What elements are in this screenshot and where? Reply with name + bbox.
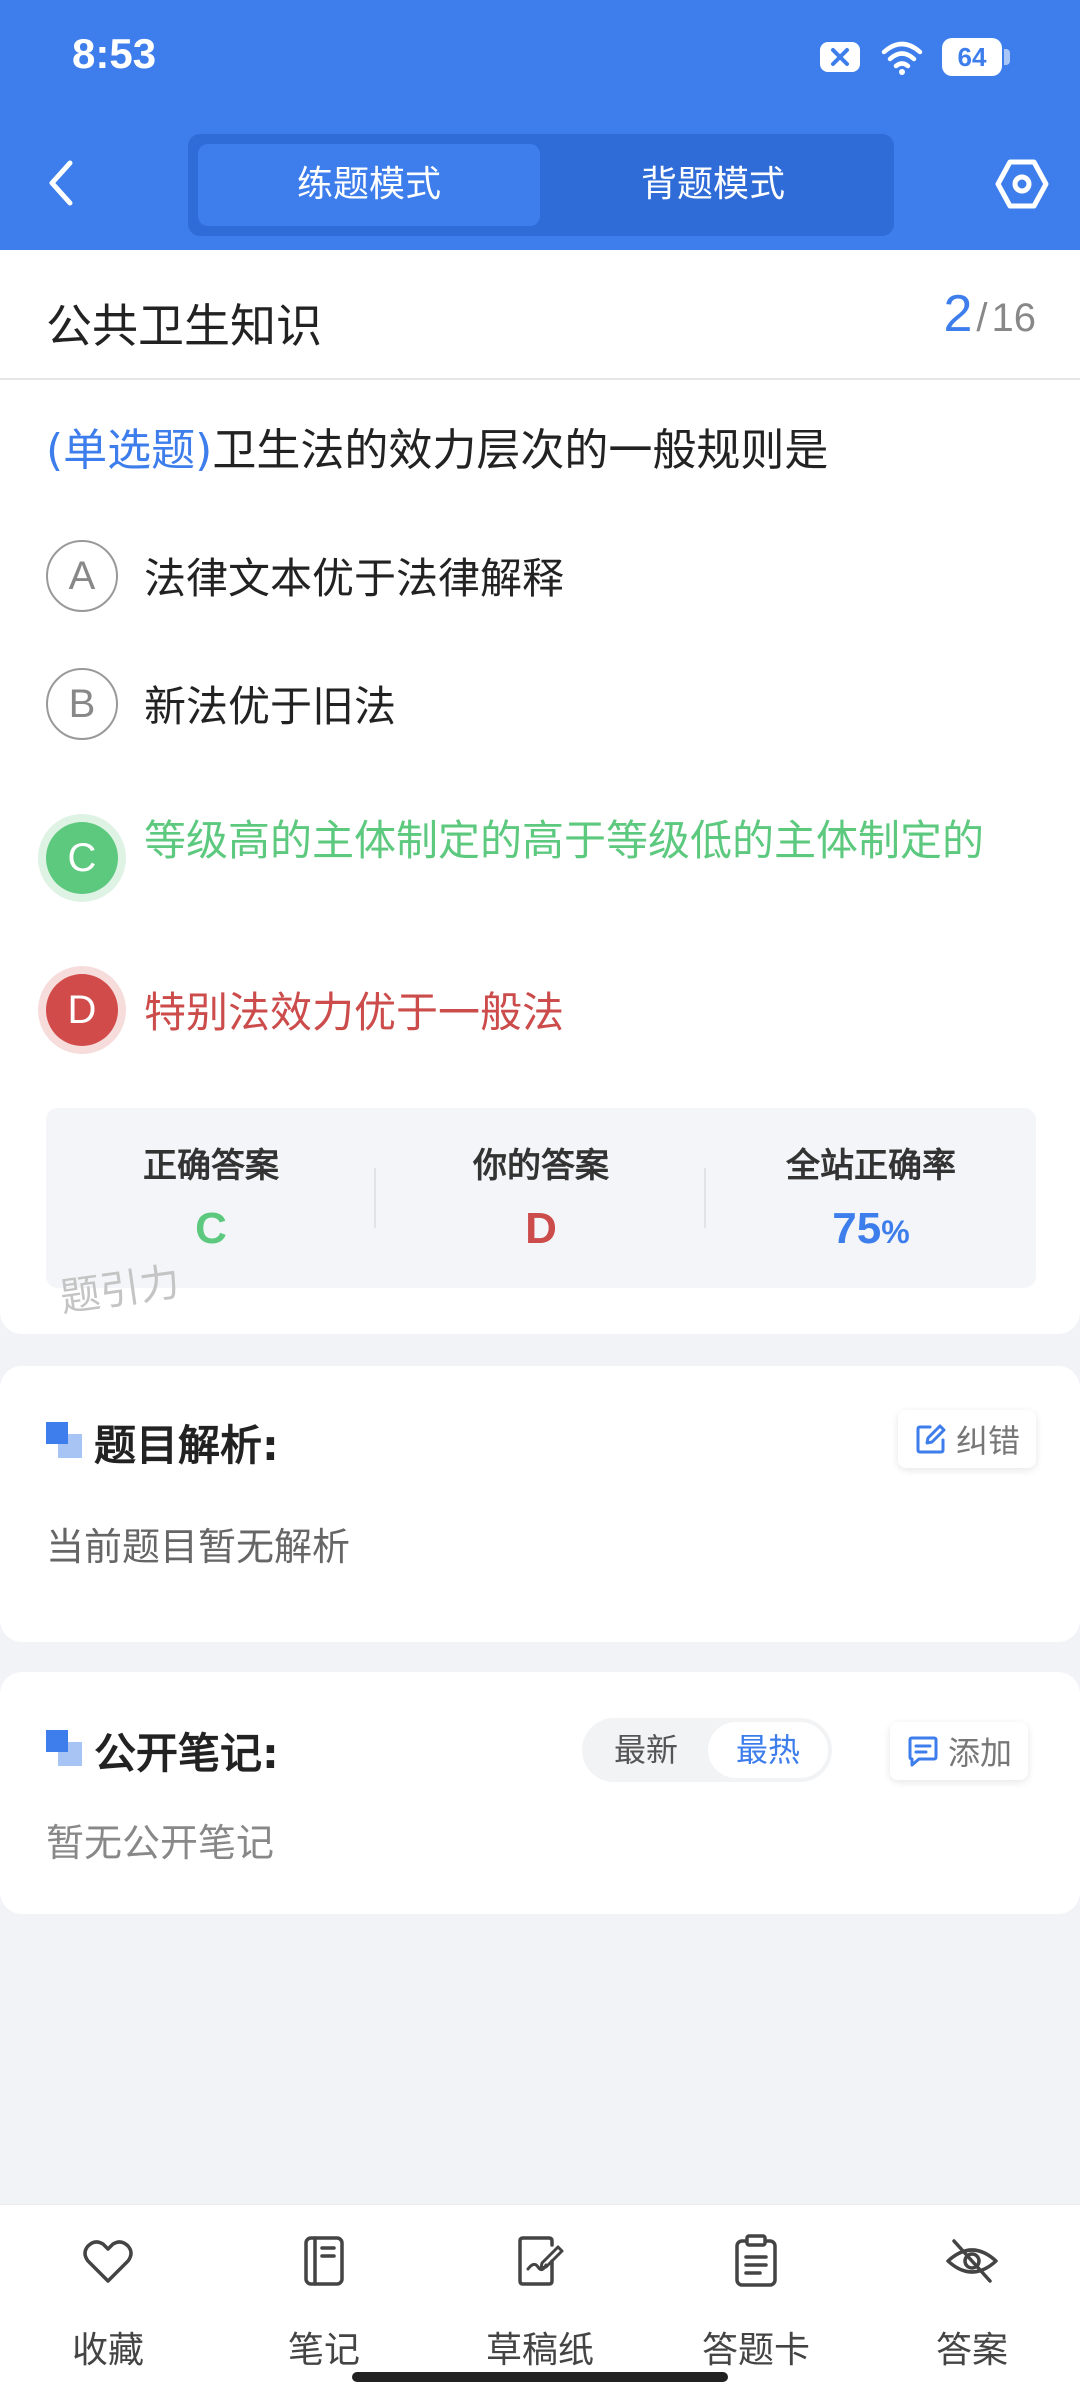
- subject-title: 公共卫生知识: [46, 299, 322, 353]
- question-progress[interactable]: 2/16: [943, 284, 1036, 344]
- tab-memorize-mode[interactable]: 背题模式: [542, 144, 884, 226]
- progress-separator: /: [976, 296, 988, 340]
- nav-favorite-label: 收藏: [71, 2330, 144, 2371]
- correct-answer-label: 正确答案: [143, 1146, 279, 1186]
- nav-draft[interactable]: 草稿纸: [432, 2205, 648, 2375]
- notification-x-icon: [820, 42, 860, 72]
- nav-notes[interactable]: 笔记: [216, 2205, 432, 2375]
- header: 8:53 64 练题模式 背题模式: [0, 0, 1080, 250]
- correct-answer-value: C: [195, 1204, 227, 1253]
- nav-notes-label: 笔记: [287, 2330, 360, 2371]
- option-text: 新法优于旧法: [144, 682, 397, 731]
- notes-sort-toggle: 最新 最热: [582, 1718, 832, 1782]
- option-text: 法律文本优于法律解释: [144, 554, 565, 603]
- home-indicator[interactable]: [352, 2372, 728, 2382]
- wifi-icon: [881, 41, 923, 75]
- analysis-title: 题目解析:: [94, 1421, 279, 1470]
- status-icons: 64: [818, 38, 1010, 76]
- battery-indicator: 64: [942, 38, 1010, 76]
- question-type: (单选题): [46, 425, 213, 476]
- question-stem: (单选题)卫生法的效力层次的一般规则是: [46, 414, 828, 478]
- mode-switch: 练题模式 背题模式: [188, 134, 894, 236]
- add-note-label: 添加: [948, 1734, 1013, 1772]
- analysis-section: 题目解析: 纠错 当前题目暂无解析: [0, 1366, 1080, 1642]
- accuracy-value: 75%: [706, 1204, 1036, 1254]
- section-squares-icon: [46, 1730, 82, 1766]
- your-answer-col: 你的答案 D: [376, 1108, 706, 1288]
- quiz-page: 8:53 64 练题模式 背题模式 公共卫生知识 2 / 16 (单选题)卫生法…: [0, 0, 1080, 2400]
- analysis-body: 当前题目暂无解析: [46, 1525, 351, 1569]
- progress-current: 2: [943, 285, 973, 343]
- nav-draft-label: 草稿纸: [485, 2330, 594, 2371]
- settings-hexagon-icon[interactable]: [994, 156, 1050, 212]
- notes-title: 公开笔记:: [94, 1729, 279, 1778]
- notes-body: 暂无公开笔记: [46, 1821, 275, 1865]
- heart-icon: [83, 2240, 133, 2283]
- sort-hot[interactable]: 最热: [708, 1722, 828, 1778]
- nav-answer-sheet[interactable]: 答题卡: [648, 2205, 864, 2375]
- comment-icon: [908, 1736, 938, 1767]
- subject-bar: 公共卫生知识 2/16: [0, 250, 1080, 380]
- your-answer-value: D: [525, 1204, 557, 1253]
- section-squares-icon: [46, 1422, 82, 1458]
- draft-paper-icon: [518, 2236, 564, 2286]
- nav-answer-label: 答案: [935, 2330, 1008, 2371]
- add-note-button[interactable]: 添加: [890, 1722, 1029, 1780]
- back-arrow-icon[interactable]: [40, 155, 86, 211]
- nav-favorite[interactable]: 收藏: [0, 2205, 216, 2375]
- option-text: 等级高的主体制定的高于等级低的主体制定的: [144, 816, 985, 865]
- nav-answer[interactable]: 答案: [864, 2205, 1080, 2375]
- option-letter: C: [46, 822, 118, 894]
- accuracy-label: 全站正确率: [786, 1146, 956, 1186]
- eye-off-icon: [946, 2239, 998, 2283]
- your-answer-label: 你的答案: [473, 1146, 609, 1186]
- accuracy-unit: %: [881, 1214, 910, 1250]
- question-text: 卫生法的效力层次的一般规则是: [212, 425, 829, 476]
- status-time: 8:53: [72, 30, 157, 77]
- notebook-icon: [304, 2236, 344, 2286]
- option-letter: B: [46, 668, 118, 740]
- nav-answer-sheet-label: 答题卡: [701, 2330, 810, 2371]
- tab-practice-mode[interactable]: 练题模式: [198, 144, 540, 226]
- option-letter: A: [46, 540, 118, 612]
- public-notes-section: 公开笔记: 最新 最热 添加 暂无公开笔记: [0, 1672, 1080, 1914]
- accuracy-number: 75: [832, 1204, 882, 1253]
- option-text: 特别法效力优于一般法: [144, 988, 565, 1037]
- sort-latest[interactable]: 最新: [586, 1722, 706, 1778]
- accuracy-col: 全站正确率 75%: [706, 1108, 1036, 1288]
- report-error-label: 纠错: [956, 1422, 1021, 1460]
- question-card: 公共卫生知识 2/16 (单选题)卫生法的效力层次的一般规则是 A 法律文本优于…: [0, 250, 1080, 1334]
- report-error-button[interactable]: 纠错: [898, 1410, 1037, 1468]
- progress-total: 16: [991, 296, 1037, 340]
- edit-icon: [916, 1424, 946, 1454]
- answer-sheet-icon: [735, 2234, 777, 2287]
- answer-summary: 正确答案 C 你的答案 D 全站正确率 75%: [46, 1108, 1036, 1288]
- bottom-nav: 收藏 笔记 草稿纸 答题卡 答案: [0, 2204, 1080, 2400]
- option-letter: D: [46, 974, 118, 1046]
